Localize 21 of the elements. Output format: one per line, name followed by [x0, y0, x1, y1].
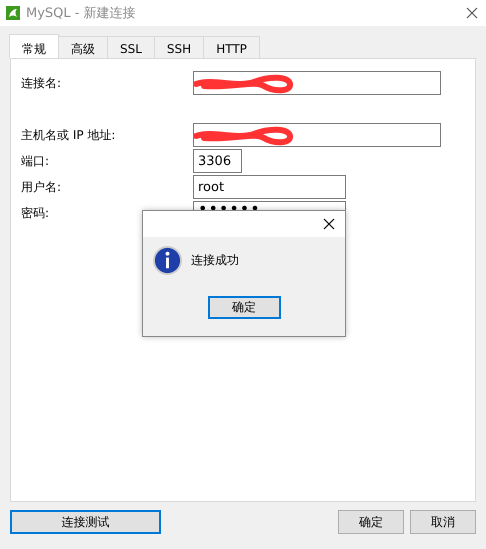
field-label: 端口: [21, 152, 50, 170]
input-field[interactable] [193, 123, 441, 147]
input-field[interactable]: root [193, 175, 346, 199]
field-label: 主机名或 IP 地址: [21, 126, 116, 144]
message-text: 连接成功 [191, 252, 239, 269]
field-label: 用户名: [21, 178, 62, 196]
input-field[interactable]: 3306 [193, 149, 242, 173]
info-icon [152, 245, 183, 276]
ok-button[interactable]: 确定 [338, 510, 404, 534]
input-field[interactable] [193, 71, 441, 95]
close-icon[interactable] [323, 218, 335, 230]
close-icon[interactable] [466, 7, 478, 19]
tab[interactable]: HTTP [203, 36, 260, 58]
field-label: 密码: [21, 204, 50, 222]
field-label: 连接名: [21, 74, 62, 92]
test-connection-button[interactable]: 连接测试 [10, 510, 161, 534]
dolphin-logo-icon [6, 6, 20, 20]
tab[interactable]: 常规 [9, 34, 59, 58]
cancel-button[interactable]: 取消 [410, 510, 476, 534]
window-title: MySQL - 新建连接 [26, 5, 137, 22]
ok-button[interactable]: 确定 [208, 296, 280, 319]
